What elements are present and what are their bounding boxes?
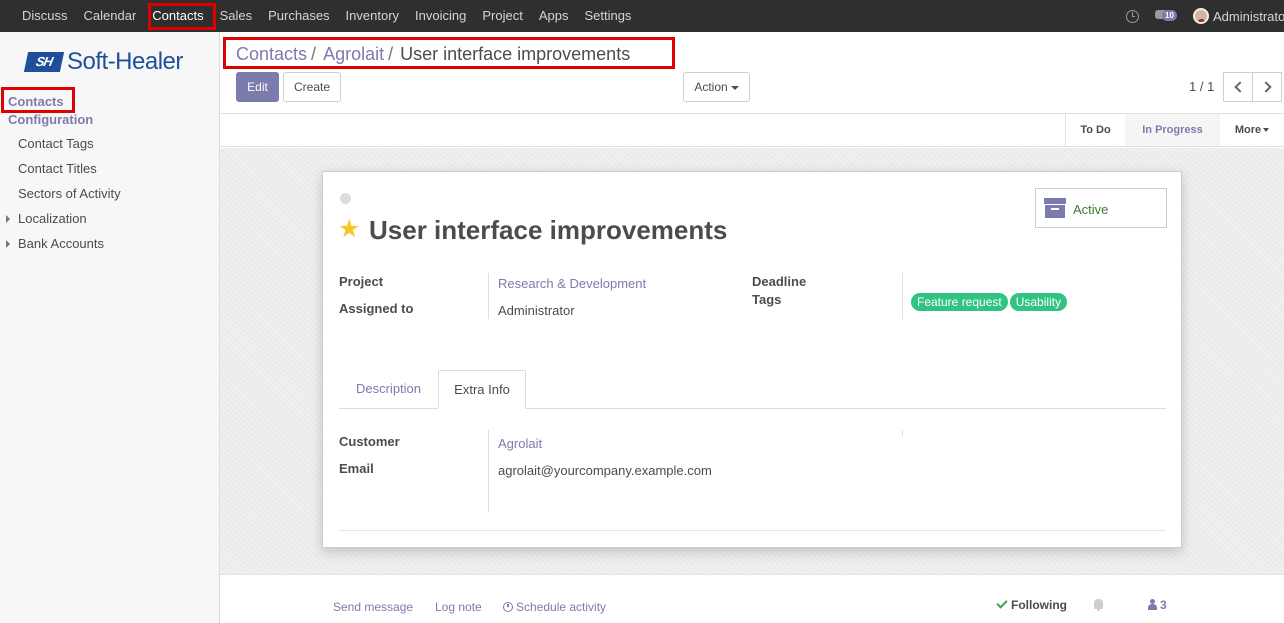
app-menu: Discuss Calendar Contacts Sales Purchase… <box>14 0 639 32</box>
caret-right-icon <box>6 240 10 248</box>
followers-count[interactable]: 3 <box>1160 598 1167 612</box>
sheet-divider <box>339 530 1166 531</box>
caret-down-icon <box>1263 128 1270 133</box>
tag-feature-request[interactable]: Feature request <box>911 293 1008 311</box>
assigned-to-label: Assigned to <box>339 301 414 316</box>
project-field[interactable]: Research & Development <box>498 276 646 291</box>
pager-previous-button[interactable] <box>1223 72 1253 102</box>
following-label: Following <box>1011 598 1067 612</box>
active-toggle-button[interactable]: Active <box>1035 188 1167 228</box>
highlight-breadcrumb <box>223 37 675 69</box>
form-sheet: ★ User interface improvements Active Pro… <box>322 171 1182 548</box>
caret-down-icon <box>730 85 739 90</box>
logo-text: Soft‑Healer <box>67 48 183 75</box>
pager-next-button[interactable] <box>1252 72 1282 102</box>
sidebar-item-localization[interactable]: Localization <box>18 211 87 226</box>
star-icon[interactable]: ★ <box>338 215 360 243</box>
active-label: Active <box>1073 202 1109 217</box>
highlight-contacts-section <box>1 87 75 113</box>
menu-calendar[interactable]: Calendar <box>76 0 145 32</box>
sidebar-item-sectors-of-activity[interactable]: Sectors of Activity <box>18 186 121 201</box>
softhealer-logo: SH Soft‑Healer <box>23 48 183 75</box>
project-label: Project <box>339 274 384 289</box>
check-icon <box>996 597 1008 609</box>
menu-inventory[interactable]: Inventory <box>338 0 407 32</box>
customer-field[interactable]: Agrolait <box>498 436 542 451</box>
message-count-badge: 10 <box>1162 10 1177 21</box>
menu-purchases[interactable]: Purchases <box>260 0 337 32</box>
user-name[interactable]: Administrator <box>1213 9 1284 24</box>
highlight-contacts-menu <box>148 3 216 30</box>
sidebar: SH Soft‑Healer Contacts Configuration Co… <box>0 32 220 623</box>
caret-right-icon <box>6 215 10 223</box>
systray: 10 Administrator <box>1126 0 1284 32</box>
archive-icon <box>1044 198 1066 218</box>
kanban-state-icon[interactable] <box>340 193 351 204</box>
edit-button[interactable]: Edit <box>236 72 279 102</box>
create-button[interactable]: Create <box>283 72 341 102</box>
customer-label: Customer <box>339 434 400 449</box>
action-dropdown[interactable]: Action <box>683 72 750 102</box>
tab-description[interactable]: Description <box>339 370 438 409</box>
bell-icon[interactable] <box>1094 599 1103 611</box>
sidebar-item-bank-accounts[interactable]: Bank Accounts <box>18 236 104 251</box>
tags-field[interactable]: Feature request Usability <box>911 293 1069 311</box>
chevron-left-icon <box>1234 81 1246 93</box>
menu-apps[interactable]: Apps <box>531 0 577 32</box>
sidebar-item-contact-titles[interactable]: Contact Titles <box>18 161 97 176</box>
activity-clock-icon[interactable] <box>1126 9 1139 23</box>
stage-in-progress[interactable]: In Progress <box>1125 114 1220 146</box>
statusbar: To Do In Progress More <box>220 113 1284 147</box>
email-field[interactable]: agrolait@yourcompany.example.com <box>498 463 712 478</box>
field-separator <box>902 430 903 436</box>
tab-extra-info[interactable]: Extra Info <box>438 370 526 409</box>
assigned-to-field[interactable]: Administrator <box>498 303 575 318</box>
action-label: Action <box>694 80 728 94</box>
stage-more-dropdown[interactable]: More <box>1220 114 1284 146</box>
schedule-activity-button[interactable]: Schedule activity <box>503 600 606 614</box>
menu-settings[interactable]: Settings <box>576 0 639 32</box>
stage-todo[interactable]: To Do <box>1065 114 1125 146</box>
menu-project[interactable]: Project <box>474 0 530 32</box>
more-label: More <box>1234 124 1262 136</box>
chatter-bar: Send message Log note Schedule activity … <box>220 574 1284 623</box>
menu-invoicing[interactable]: Invoicing <box>407 0 474 32</box>
log-note-button[interactable]: Log note <box>435 600 482 614</box>
sidebar-item-contact-tags[interactable]: Contact Tags <box>18 136 94 151</box>
email-label: Email <box>339 461 374 476</box>
user-avatar[interactable] <box>1193 8 1209 24</box>
clock-icon <box>503 602 513 612</box>
schedule-activity-label: Schedule activity <box>516 600 607 614</box>
logo-mark: SH <box>23 52 65 72</box>
field-separator <box>488 273 489 319</box>
chevron-right-icon <box>1260 81 1272 93</box>
menu-sales[interactable]: Sales <box>212 0 261 32</box>
deadline-label: Deadline <box>752 274 807 289</box>
pager-value[interactable]: 1 / 1 <box>1189 79 1214 94</box>
followers-icon[interactable] <box>1148 599 1157 610</box>
following-button[interactable]: Following <box>996 597 1067 612</box>
field-separator <box>488 430 489 512</box>
menu-discuss[interactable]: Discuss <box>14 0 76 32</box>
tag-usability[interactable]: Usability <box>1009 293 1068 311</box>
tags-label: Tags <box>752 292 782 307</box>
messaging-menu[interactable]: 10 <box>1155 9 1179 23</box>
sidebar-section-configuration: Configuration <box>8 112 94 127</box>
send-message-button[interactable]: Send message <box>333 600 413 614</box>
task-title: User interface improvements <box>369 215 728 245</box>
field-separator <box>902 273 903 319</box>
